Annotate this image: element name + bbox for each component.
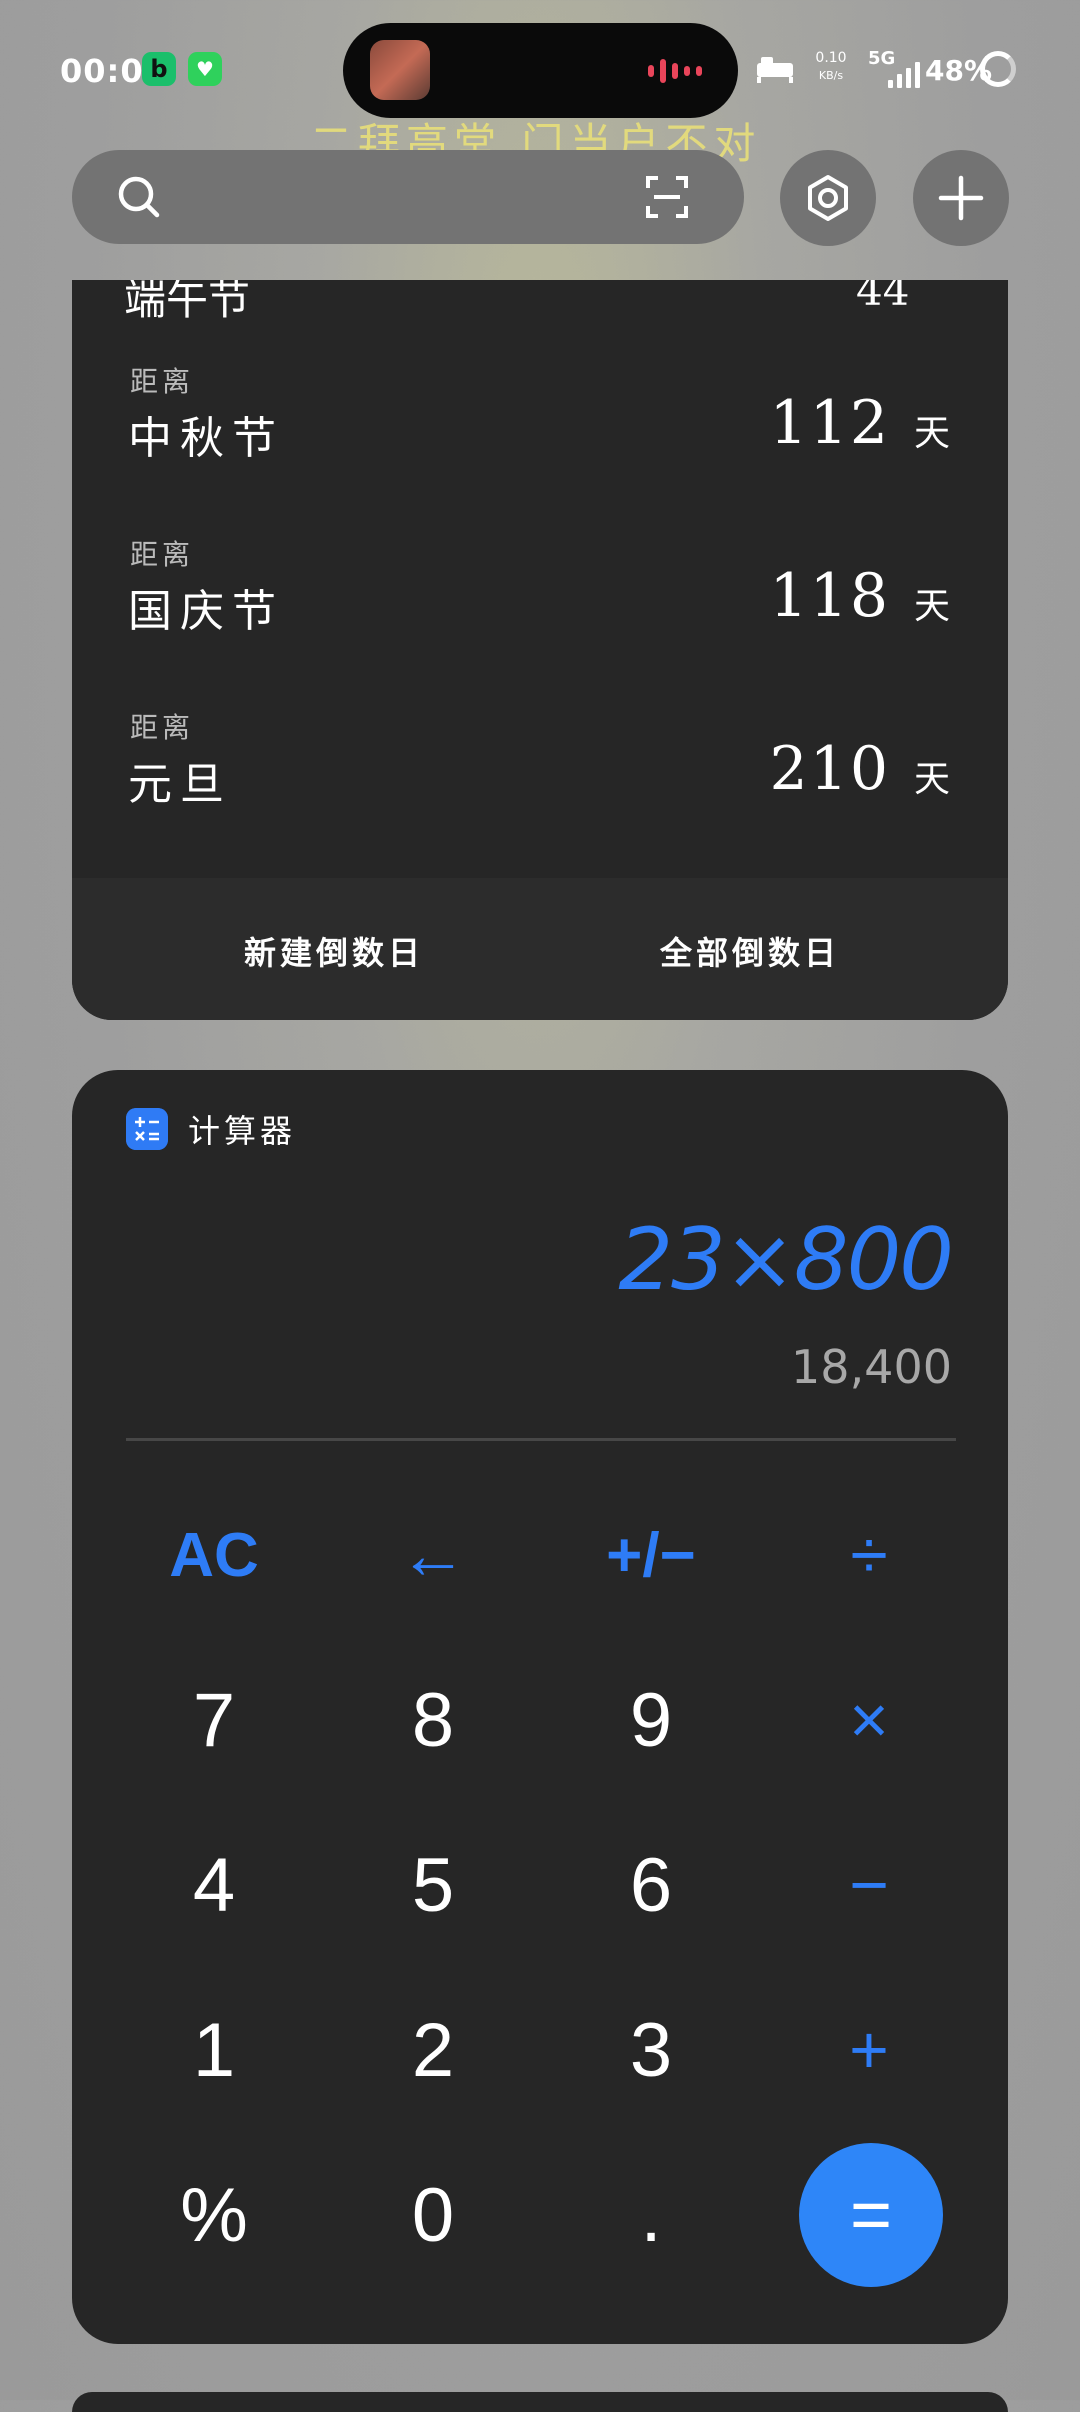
countdown-event-name: 国庆节 xyxy=(128,586,284,637)
digit-7-button[interactable]: 7 xyxy=(129,1645,299,1795)
plus-minus-button[interactable]: +/− xyxy=(566,1480,736,1630)
new-countdown-button[interactable]: 新建倒数日 xyxy=(244,928,424,974)
heart-app-icon: ♥ xyxy=(188,52,222,86)
all-clear-button[interactable]: AC xyxy=(129,1480,299,1630)
plus-icon xyxy=(938,175,984,221)
countdown-label: 距离 xyxy=(130,538,195,571)
equals-button[interactable]: = xyxy=(799,2143,943,2287)
countdown-widget: 端午节 44 距离 中秋节 112 天 距离 国庆节 118 天 距离 元旦 2… xyxy=(72,280,1008,1020)
digit-4-button[interactable]: 4 xyxy=(129,1810,299,1960)
calculator-result: 18,400 xyxy=(791,1340,952,1394)
add-widget-button[interactable] xyxy=(913,150,1009,246)
digit-2-button[interactable]: 2 xyxy=(348,1975,518,2125)
countdown-unit: 天 xyxy=(913,759,950,800)
network-speed-value: 0.10 xyxy=(815,50,847,66)
digit-9-button[interactable]: 9 xyxy=(566,1645,736,1795)
digit-8-button[interactable]: 8 xyxy=(348,1645,518,1795)
decimal-point-button[interactable]: . xyxy=(566,2140,736,2290)
scan-icon[interactable] xyxy=(642,172,692,222)
countdown-days: 210 xyxy=(769,734,890,804)
digit-0-button[interactable]: 0 xyxy=(348,2140,518,2290)
audio-wave-icon xyxy=(648,56,718,86)
sleep-mode-icon xyxy=(757,57,793,83)
app-notification-icon: b xyxy=(142,52,176,86)
subtract-button[interactable]: − xyxy=(784,1810,954,1960)
media-thumbnail xyxy=(370,40,430,100)
countdown-item[interactable]: 距离 国庆节 118 天 xyxy=(72,533,1008,703)
digit-6-button[interactable]: 6 xyxy=(566,1810,736,1960)
percent-button[interactable]: % xyxy=(129,2140,299,2290)
settings-icon xyxy=(808,175,848,221)
countdown-item[interactable]: 距离 中秋节 112 天 xyxy=(72,360,1008,530)
scrolled-item-fragment: 端午节 xyxy=(124,280,251,324)
signal-icon xyxy=(888,58,920,88)
backspace-button[interactable]: ← xyxy=(348,1480,518,1630)
all-countdowns-button[interactable]: 全部倒数日 xyxy=(660,928,840,974)
search-icon xyxy=(118,176,160,218)
scrolled-item-fragment: 44 xyxy=(856,280,910,315)
digit-5-button[interactable]: 5 xyxy=(348,1810,518,1960)
countdown-event-name: 元旦 xyxy=(128,759,232,810)
multiply-button[interactable]: × xyxy=(784,1645,954,1795)
countdown-days: 112 xyxy=(769,388,890,458)
settings-button[interactable] xyxy=(780,150,876,246)
divide-button[interactable]: ÷ xyxy=(784,1480,954,1630)
countdown-unit: 天 xyxy=(913,413,950,454)
calculator-title: 计算器 xyxy=(188,1112,297,1150)
search-bar[interactable] xyxy=(72,150,744,244)
countdown-event-name: 中秋节 xyxy=(128,413,284,464)
calculator-expression: 23×800 xyxy=(618,1210,954,1310)
digit-3-button[interactable]: 3 xyxy=(566,1975,736,2125)
calculator-widget: 计算器 23×800 18,400 AC ← +/− ÷ 7 8 9 × 4 5… xyxy=(72,1070,1008,2344)
countdown-item[interactable]: 距离 元旦 210 天 xyxy=(72,706,1008,876)
dynamic-island[interactable] xyxy=(343,23,738,118)
countdown-unit: 天 xyxy=(913,586,950,627)
network-speed: 0.10 KB/s xyxy=(812,50,850,84)
countdown-label: 距离 xyxy=(130,711,195,744)
calculator-divider xyxy=(126,1438,956,1441)
battery-icon xyxy=(980,51,1016,87)
add-button[interactable]: + xyxy=(784,1975,954,2125)
digit-1-button[interactable]: 1 xyxy=(129,1975,299,2125)
countdown-footer: 新建倒数日 全部倒数日 xyxy=(72,878,1008,1020)
network-speed-unit: KB/s xyxy=(818,69,844,82)
countdown-days: 118 xyxy=(769,561,890,631)
calculator-app-icon xyxy=(126,1108,168,1150)
next-widget-peek xyxy=(72,2392,1008,2412)
countdown-label: 距离 xyxy=(130,365,195,398)
